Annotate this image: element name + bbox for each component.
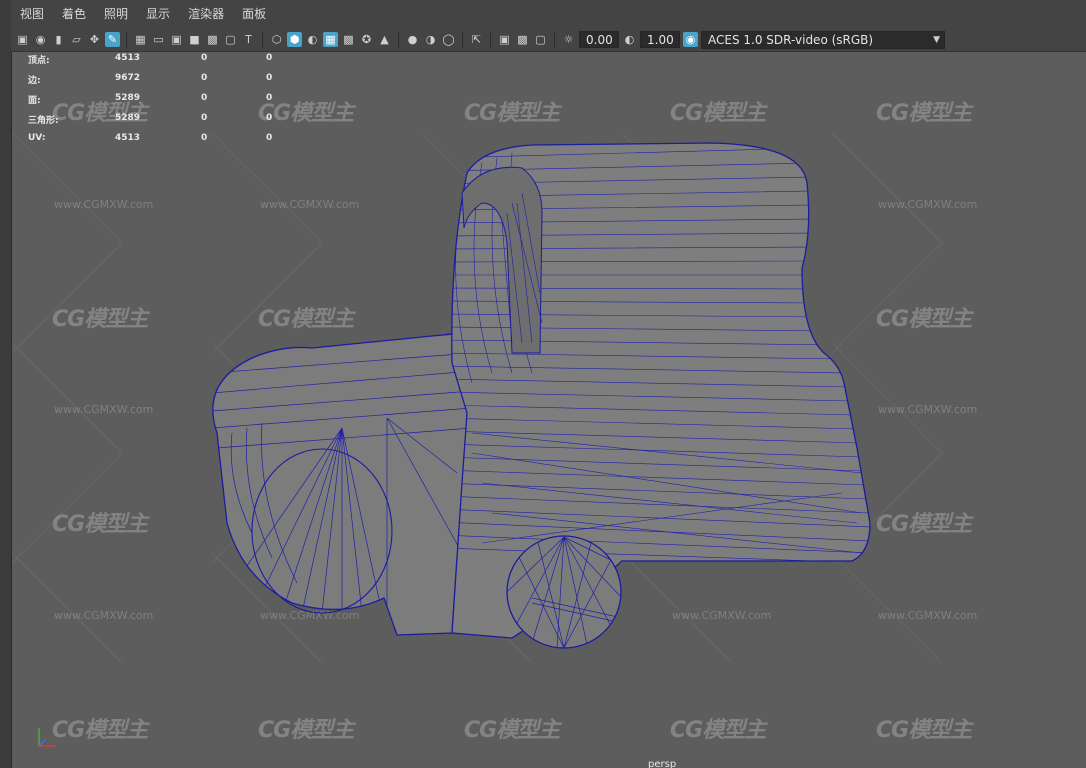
backface-culling-icon[interactable]: ▢ [533, 32, 548, 47]
safe-action-icon[interactable]: ▢ [223, 32, 238, 47]
hud-value-selected: 0 [201, 133, 208, 143]
left-panel-strip [0, 0, 12, 768]
chevron-down-icon: ▼ [933, 34, 940, 45]
motion-blur-icon[interactable]: ◑ [423, 32, 438, 47]
3d-model-wireframe[interactable] [12, 53, 1086, 768]
menu-renderer[interactable]: 渲染器 [179, 0, 233, 28]
hud-value-extra: 0 [266, 93, 273, 103]
use-default-material-icon[interactable]: ◐ [305, 32, 320, 47]
toolbar-separator [126, 31, 127, 48]
3d-viewport[interactable]: CG模型主 CG模型主 CG模型主 CG模型主 CG模型主 CG模型主 CG模型主 CG模型主… [12, 53, 1086, 768]
safe-title-icon[interactable]: T [241, 32, 256, 47]
select-camera-icon[interactable]: ▣ [15, 32, 30, 47]
hud-label: 三角形: [28, 116, 59, 126]
wireframe-icon[interactable]: ⬡ [269, 32, 284, 47]
toolbar-separator [490, 31, 491, 48]
isolate-select-icon[interactable]: ⇱ [469, 32, 484, 47]
toolbar-separator [398, 31, 399, 48]
xray-icon[interactable]: ▩ [341, 32, 356, 47]
viewport-menubar: 视图 着色 照明 显示 渲染器 面板 [11, 0, 1086, 28]
toolbar-separator [262, 31, 263, 48]
menu-lighting[interactable]: 照明 [95, 0, 137, 28]
camera-attributes-icon[interactable]: ◉ [33, 32, 48, 47]
gamma-field[interactable]: 1.00 [640, 31, 680, 48]
hud-value-selected: 0 [201, 53, 208, 63]
hud-value-selected: 0 [201, 73, 208, 83]
hud-value-selected: 0 [201, 113, 208, 123]
color-space-value: ACES 1.0 SDR-video (sRGB) [708, 32, 874, 47]
toolbar-separator [462, 31, 463, 48]
xray-joints-icon[interactable]: ▣ [497, 32, 512, 47]
hud-label: 顶点: [28, 56, 50, 66]
menu-panels[interactable]: 面板 [233, 0, 275, 28]
hud-value-total: 9672 [115, 73, 141, 83]
resolution-gate-icon[interactable]: ▣ [169, 32, 184, 47]
hud-value-selected: 0 [201, 93, 208, 103]
exposure-icon[interactable]: ☼ [561, 32, 576, 47]
anti-aliasing-icon[interactable]: ◯ [441, 32, 456, 47]
viewport-toolbar: ▣ ◉ ▮ ▱ ✥ ✎ ▦ ▭ ▣ ■ ▩ ▢ T ⬡ ⬢ ◐ ▦ ▩ ✪ ▲ … [11, 28, 1086, 52]
grid-icon[interactable]: ▦ [133, 32, 148, 47]
hud-value-total: 4513 [115, 53, 141, 63]
hud-label: UV: [28, 133, 46, 143]
gate-mask-icon[interactable]: ■ [187, 32, 202, 47]
hud-value-extra: 0 [266, 73, 273, 83]
hud-label: 面: [28, 96, 41, 106]
gamma-icon[interactable]: ◐ [622, 32, 637, 47]
shadows-icon[interactable]: ▲ [377, 32, 392, 47]
field-chart-icon[interactable]: ▩ [205, 32, 220, 47]
menu-show[interactable]: 显示 [137, 0, 179, 28]
toolbar-separator [554, 31, 555, 48]
menu-view[interactable]: 视图 [11, 0, 53, 28]
color-space-dropdown[interactable]: ACES 1.0 SDR-video (sRGB) ▼ [701, 30, 945, 49]
hud-value-total: 5289 [115, 93, 141, 103]
grease-pencil-icon[interactable]: ✎ [105, 32, 120, 47]
film-gate-icon[interactable]: ▭ [151, 32, 166, 47]
hud-label: 边: [28, 76, 41, 86]
default-lighting-icon[interactable]: ✪ [359, 32, 374, 47]
hud-value-total: 5289 [115, 113, 141, 123]
xray-active-icon[interactable]: ▩ [515, 32, 530, 47]
smooth-shade-icon[interactable]: ⬢ [287, 32, 302, 47]
hud-value-extra: 0 [266, 53, 273, 63]
exposure-field[interactable]: 0.00 [579, 31, 619, 48]
menu-shading[interactable]: 着色 [53, 0, 95, 28]
view-axis-gizmo [38, 728, 56, 747]
bookmark-icon[interactable]: ▮ [51, 32, 66, 47]
camera-name-label: persp [648, 759, 677, 768]
image-plane-icon[interactable]: ▱ [69, 32, 84, 47]
2d-pan-icon[interactable]: ✥ [87, 32, 102, 47]
hud-value-extra: 0 [266, 113, 273, 123]
wireframe-on-shaded-icon[interactable]: ▦ [323, 32, 338, 47]
color-management-icon[interactable]: ◉ [683, 32, 698, 47]
screen-space-ao-icon[interactable]: ● [405, 32, 420, 47]
hud-value-extra: 0 [266, 133, 273, 143]
hud-value-total: 4513 [115, 133, 141, 143]
